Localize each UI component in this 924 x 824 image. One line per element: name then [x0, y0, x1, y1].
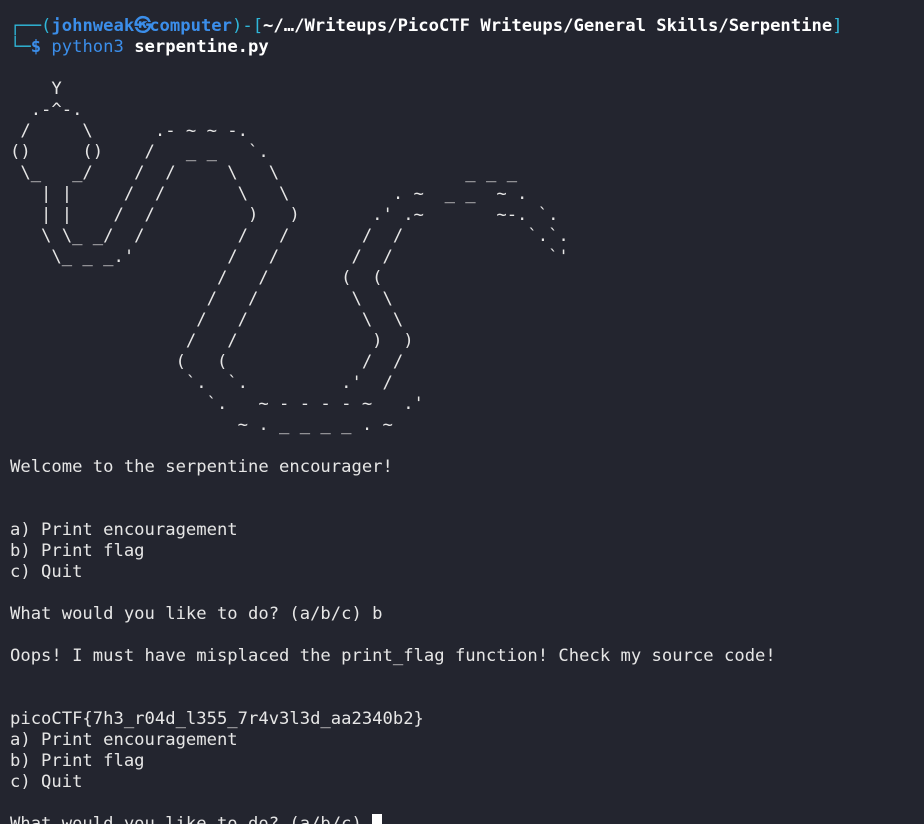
menu-option-b: b) Print flag [10, 541, 145, 561]
menu-option-c: c) Quit [10, 562, 83, 582]
prompt-command-line: └─$ python3 serpentine.py [10, 37, 924, 58]
prompt-dollar: $ [30, 37, 52, 57]
terminal-window[interactable]: ┌──(johnweak㉿computer)-[~/…/Writeups/Pic… [0, 0, 924, 824]
menu-option-a-2: a) Print encouragement [10, 730, 238, 750]
prompt-top-line: ┌──(johnweak㉿computer)-[~/…/Writeups/Pic… [10, 16, 924, 37]
prompt-path: ~/…/Writeups/PicoCTF Writeups/General Sk… [263, 16, 833, 36]
menu-option-a: a) Print encouragement [10, 520, 238, 540]
prompt-user: johnweak [51, 16, 135, 36]
command-name: python3 [51, 37, 124, 57]
prompt-box-bottom: └─ [10, 37, 31, 57]
serpent-ascii-art: Y .-^-. / \ .- ~ ~ -. () () / _ _ `. \_ … [10, 79, 569, 435]
command-argument: serpentine.py [123, 37, 269, 57]
kali-skull-icon: ㉿ [134, 16, 152, 36]
prompt-close: ] [832, 16, 843, 36]
menu-option-c-2: c) Quit [10, 772, 83, 792]
flag-output: picoCTF{7h3_r04d_l355_7r4v3l3d_aa2340b2} [10, 709, 424, 729]
prompt-host: computer [149, 16, 232, 36]
oops-message: Oops! I must have misplaced the print_fl… [10, 646, 776, 666]
prompt-mid: )-[ [232, 16, 264, 36]
choice-prompt-answered: What would you like to do? (a/b/c) b [10, 604, 383, 624]
choice-prompt-text: What would you like to do? (a/b/c) [10, 814, 373, 824]
terminal-cursor[interactable] [372, 814, 383, 824]
prompt-box-top: ┌──( [10, 16, 52, 36]
choice-prompt-active[interactable]: What would you like to do? (a/b/c) [10, 814, 924, 824]
menu-option-b-2: b) Print flag [10, 751, 145, 771]
welcome-message: Welcome to the serpentine encourager! [10, 457, 393, 477]
